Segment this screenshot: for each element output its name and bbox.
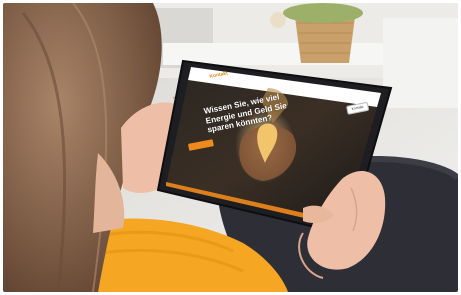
photo-frame: Kontakt Kontakt Wissen Sie, wie viel Ene… bbox=[3, 3, 458, 292]
scene-photo bbox=[3, 3, 458, 292]
